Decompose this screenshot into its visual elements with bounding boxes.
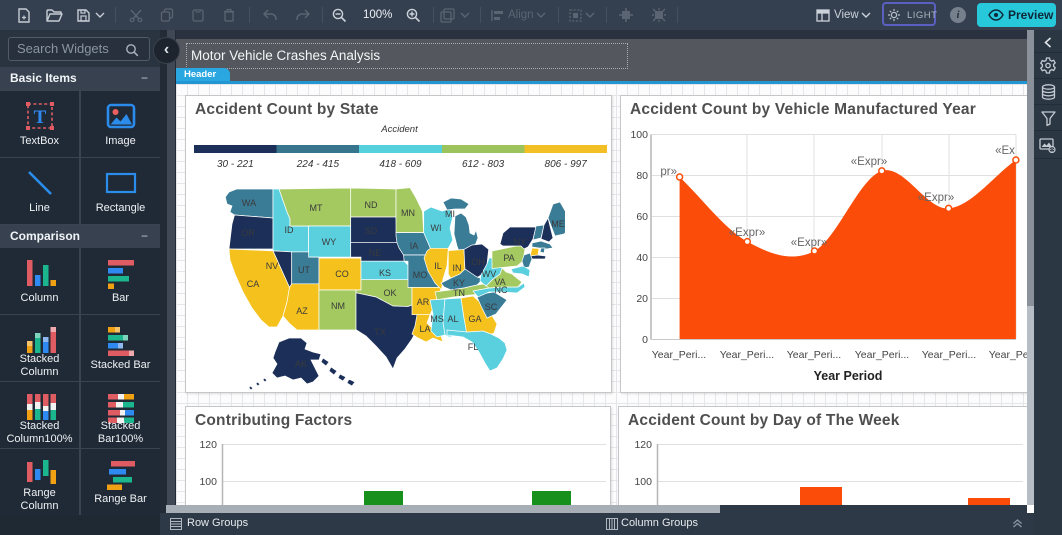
svg-text:MS: MS xyxy=(430,314,444,324)
svg-text:Year_Peri...: Year_Peri... xyxy=(922,349,976,361)
svg-text:AR: AR xyxy=(417,297,430,307)
svg-text:100: 100 xyxy=(630,129,648,141)
svg-text:OR: OR xyxy=(241,228,255,238)
svg-text:KS: KS xyxy=(379,268,391,278)
svg-text:WY: WY xyxy=(322,237,337,247)
svg-text:40: 40 xyxy=(636,252,648,264)
svg-text:CO: CO xyxy=(335,269,349,279)
svg-text:80: 80 xyxy=(636,170,648,182)
svg-text:Year_Peri...: Year_Peri... xyxy=(652,349,706,361)
svg-text:MI: MI xyxy=(445,209,455,219)
svg-text:AK: AK xyxy=(295,359,307,369)
svg-text:NE: NE xyxy=(369,248,382,258)
svg-text:Year_Peri...: Year_Peri... xyxy=(855,349,909,361)
svg-text:LA: LA xyxy=(419,324,430,334)
svg-text:Year_Peri...: Year_Peri... xyxy=(787,349,841,361)
svg-text:«Expr»: «Expr» xyxy=(729,227,765,239)
svg-text:OK: OK xyxy=(383,288,396,298)
svg-text:PA: PA xyxy=(503,253,514,263)
svg-text:100: 100 xyxy=(199,476,217,488)
svg-text:Year_Peri...: Year_Peri... xyxy=(720,349,774,361)
svg-text:IA: IA xyxy=(410,241,419,251)
svg-text:0: 0 xyxy=(642,334,648,346)
svg-text:AL: AL xyxy=(447,314,458,324)
svg-text:60: 60 xyxy=(636,211,648,223)
svg-text:«Expr»: «Expr» xyxy=(918,192,954,204)
svg-text:FL: FL xyxy=(468,342,479,352)
svg-text:ND: ND xyxy=(365,200,378,210)
svg-text:OH: OH xyxy=(471,257,485,267)
svg-text:MT: MT xyxy=(310,203,323,213)
svg-text:«Expr»: «Expr» xyxy=(791,237,827,249)
svg-text:Year_Peri...: Year_Peri... xyxy=(989,349,1027,361)
svg-text:MN: MN xyxy=(401,208,415,218)
svg-text:IN: IN xyxy=(453,263,462,273)
svg-text:NY: NY xyxy=(514,237,527,247)
svg-text:WV: WV xyxy=(482,269,497,279)
svg-text:SC: SC xyxy=(485,302,498,312)
svg-text:TN: TN xyxy=(453,288,465,298)
svg-text:ID: ID xyxy=(285,225,295,235)
svg-text:KY: KY xyxy=(453,278,465,288)
svg-text:AZ: AZ xyxy=(296,306,308,316)
svg-text:NV: NV xyxy=(266,261,279,271)
svg-text:20: 20 xyxy=(636,293,648,305)
svg-text:«Expr»: «Expr» xyxy=(851,156,887,168)
svg-text:120: 120 xyxy=(199,439,217,451)
svg-text:Year Period: Year Period xyxy=(814,369,883,383)
svg-text:pr»: pr» xyxy=(660,166,677,178)
svg-text:ME: ME xyxy=(551,219,565,229)
svg-text:WI: WI xyxy=(431,223,442,233)
svg-text:WA: WA xyxy=(242,198,256,208)
svg-text:«Ex: «Ex xyxy=(995,145,1015,157)
svg-text:T: T xyxy=(33,107,46,128)
svg-text:SD: SD xyxy=(365,226,378,236)
svg-text:GA: GA xyxy=(468,314,481,324)
svg-text:IL: IL xyxy=(434,261,442,271)
svg-text:TX: TX xyxy=(374,327,386,337)
svg-text:100: 100 xyxy=(634,476,652,488)
svg-text:120: 120 xyxy=(634,439,652,451)
svg-text:MO: MO xyxy=(413,270,428,280)
svg-text:UT: UT xyxy=(298,265,310,275)
svg-text:NM: NM xyxy=(331,301,345,311)
svg-text:CA: CA xyxy=(247,279,260,289)
